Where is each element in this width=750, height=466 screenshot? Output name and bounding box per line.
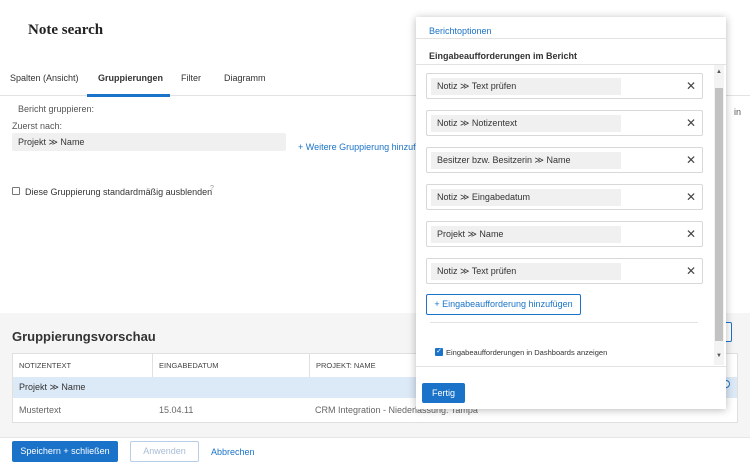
save-close-button[interactable]: Speichern + schließen [12,441,118,462]
add-grouping-link[interactable]: + Weitere Gruppierung hinzufü [298,142,416,152]
panel-title: Berichtoptionen [429,26,492,36]
active-tab-indicator [87,94,170,97]
prompt-field[interactable]: Notiz ≫ Text prüfen [431,263,621,280]
scroll-down-icon[interactable]: ▼ [715,353,723,359]
prompt-card: Projekt ≫ Name ✕ [426,221,703,247]
hide-grouping-checkbox[interactable] [12,187,20,195]
scrollbar[interactable]: ▲ ▼ [714,65,724,365]
cell-date: 15.04.11 [159,405,194,415]
page-title: Note search [28,22,104,38]
prompt-card: Notiz ≫ Text prüfen ✕ [426,73,703,99]
divider [430,322,698,323]
hide-grouping-label: Diese Gruppierung standardmäßig ausblend… [25,187,213,197]
add-prompt-button[interactable]: + Eingabeaufforderung hinzufügen [426,294,581,315]
close-icon[interactable]: ✕ [686,153,696,167]
prompt-field[interactable]: Notiz ≫ Notizentext [431,115,621,132]
close-icon[interactable]: ✕ [686,227,696,241]
show-in-dashboards-checkbox[interactable]: ✓ [435,348,443,356]
first-by-label: Zuerst nach: [12,121,63,131]
tab-groupings[interactable]: Gruppierungen [98,73,163,83]
report-options-panel: Berichtoptionen Eingabeaufforderungen im… [416,17,726,409]
column-header-date: EINGABEDATUM [153,354,310,377]
scroll-thumb[interactable] [715,88,723,341]
prompts-heading: Eingabeaufforderungen im Bericht [429,51,578,61]
column-header-project: PROJEKT: NAME [316,361,376,370]
tab-filter[interactable]: Filter [181,73,201,83]
cancel-link[interactable]: Abbrechen [211,447,255,457]
preview-title: Gruppierungsvorschau [12,329,156,344]
preview-button-edge[interactable] [726,322,732,342]
scroll-up-icon[interactable]: ▲ [715,69,723,75]
tab-columns[interactable]: Spalten (Ansicht) [10,73,79,83]
apply-button[interactable]: Anwenden [130,441,199,462]
prompt-card: Besitzer bzw. Besitzerin ≫ Name ✕ [426,147,703,173]
group-report-heading: Bericht gruppieren: [18,104,95,114]
prompt-field[interactable]: Projekt ≫ Name [431,226,621,243]
prompt-field[interactable]: Notiz ≫ Text prüfen [431,78,621,95]
prompt-card: Notiz ≫ Notizentext ✕ [426,110,703,136]
prompt-field[interactable]: Besitzer bzw. Besitzerin ≫ Name [431,152,621,169]
column-header-notes: NOTIZENTEXT [13,354,153,377]
help-icon[interactable]: ? [210,185,214,192]
prompt-card: Notiz ≫ Text prüfen ✕ [426,258,703,284]
group-field-select[interactable]: Projekt ≫ Name [12,133,286,151]
tab-chart[interactable]: Diagramm [224,73,266,83]
prompt-card: Notiz ≫ Eingabedatum ✕ [426,184,703,210]
divider [416,64,726,65]
close-icon[interactable]: ✕ [686,190,696,204]
close-icon[interactable]: ✕ [686,116,696,130]
footer-bar: Speichern + schließen Anwenden Abbrechen [0,437,750,466]
panel-header: Berichtoptionen [416,17,726,39]
truncated-text: in [734,107,742,117]
show-in-dashboards-label: Eingabeaufforderungen in Dashboards anze… [446,348,608,357]
cell-notes: Mustertext [19,405,62,415]
close-icon[interactable]: ✕ [686,264,696,278]
done-button[interactable]: Fertig [422,383,465,403]
close-icon[interactable]: ✕ [686,79,696,93]
divider [416,366,726,367]
prompt-field[interactable]: Notiz ≫ Eingabedatum [431,189,621,206]
